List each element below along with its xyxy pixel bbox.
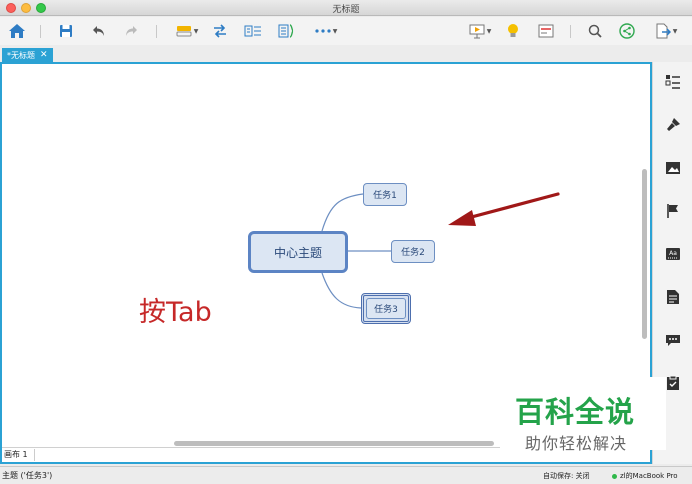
comment-icon[interactable] (663, 330, 683, 350)
close-icon[interactable]: ✕ (40, 48, 48, 63)
flag-icon[interactable] (663, 201, 683, 221)
chevron-down-icon: ▼ (672, 27, 678, 35)
relationship-icon[interactable] (210, 21, 230, 41)
document-tab[interactable]: *无标题 ✕ (2, 48, 53, 63)
selected-subtopic[interactable]: 任务3 (361, 293, 411, 324)
home-icon[interactable] (6, 21, 28, 41)
autosave-status[interactable]: 自动保存: 关闭 (543, 471, 590, 481)
app-window: 无标题 ▼ ▼ ▼ ▼ *无标题 ✕ 中心主题 任务1 任务2 任务3 按Tab… (0, 0, 692, 484)
chevron-down-icon: ▼ (486, 27, 492, 35)
outline-view-icon[interactable] (663, 72, 683, 92)
topic-insert-icon[interactable]: ▼ (172, 21, 202, 41)
connector-line (321, 193, 364, 232)
central-topic[interactable]: 中心主题 (248, 231, 348, 273)
toolbar: ▼ ▼ ▼ ▼ (0, 17, 692, 45)
user-status: zl的MacBook Pro (612, 471, 678, 481)
style-icon[interactable]: Aa (663, 244, 683, 264)
pointer-arrow (448, 192, 560, 226)
image-icon[interactable] (663, 158, 683, 178)
watermark-subtitle: 助你轻松解决 (525, 434, 628, 453)
note-icon[interactable] (663, 287, 683, 307)
save-icon[interactable] (56, 21, 76, 41)
tab-strip: *无标题 ✕ (0, 45, 692, 63)
document-tab-label: *无标题 (7, 51, 35, 60)
user-name: zl的MacBook Pro (620, 472, 678, 480)
summary-icon[interactable] (242, 21, 264, 41)
status-bar: 主题 ('任务3') 自动保存: 关闭 zl的MacBook Pro (0, 466, 692, 484)
task-icon[interactable] (663, 373, 683, 393)
online-indicator (612, 473, 617, 479)
export-icon[interactable]: ▼ (651, 21, 681, 41)
share-icon[interactable] (617, 21, 637, 41)
idea-icon[interactable] (503, 21, 523, 41)
svg-text:Aa: Aa (669, 250, 677, 257)
selection-status: 主题 ('任务3') (2, 471, 53, 480)
boundary-icon[interactable] (276, 21, 296, 41)
vertical-scrollbar[interactable] (642, 169, 647, 339)
title-bar: 无标题 (0, 0, 692, 16)
chevron-down-icon: ▼ (332, 27, 338, 35)
sheet-tab[interactable]: 画布 1 (4, 449, 35, 461)
presentation-icon[interactable]: ▼ (464, 21, 496, 41)
toolbar-divider (156, 25, 157, 38)
toolbar-divider (570, 25, 571, 38)
outline-icon[interactable] (535, 21, 557, 41)
watermark: 百科全说 助你轻松解决 (500, 377, 666, 453)
search-icon[interactable] (585, 21, 605, 41)
toolbar-divider (40, 25, 41, 38)
redo-icon[interactable] (121, 21, 141, 41)
connector-line (321, 272, 362, 309)
window-title: 无标题 (332, 5, 360, 15)
more-icon[interactable]: ▼ (310, 21, 342, 41)
chevron-down-icon: ▼ (193, 27, 199, 35)
subtopic-label: 任务3 (366, 298, 406, 319)
subtopic[interactable]: 任务1 (363, 183, 407, 206)
horizontal-scrollbar[interactable] (174, 441, 494, 446)
watermark-title: 百科全说 (515, 395, 636, 429)
undo-icon[interactable] (89, 21, 109, 41)
subtopic[interactable]: 任务2 (391, 240, 435, 263)
format-brush-icon[interactable] (663, 115, 683, 135)
annotation-text: 按Tab (139, 297, 212, 328)
